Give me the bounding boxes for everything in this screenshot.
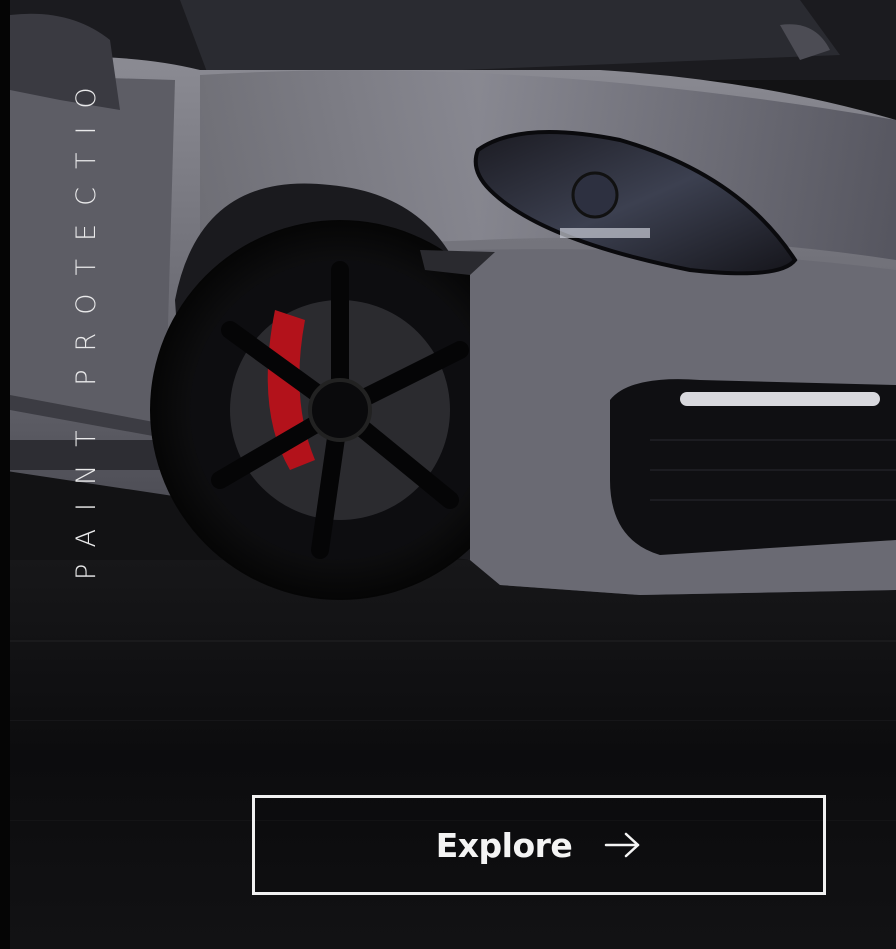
hero-banner: PAINT PROTECTIO Explore — [0, 0, 896, 949]
arrow-right-icon — [604, 831, 642, 859]
explore-label: Explore — [435, 825, 573, 865]
explore-button[interactable]: Explore — [252, 795, 826, 895]
left-edge-bar — [0, 0, 10, 949]
vertical-section-title: PAINT PROTECTIO — [71, 69, 102, 580]
